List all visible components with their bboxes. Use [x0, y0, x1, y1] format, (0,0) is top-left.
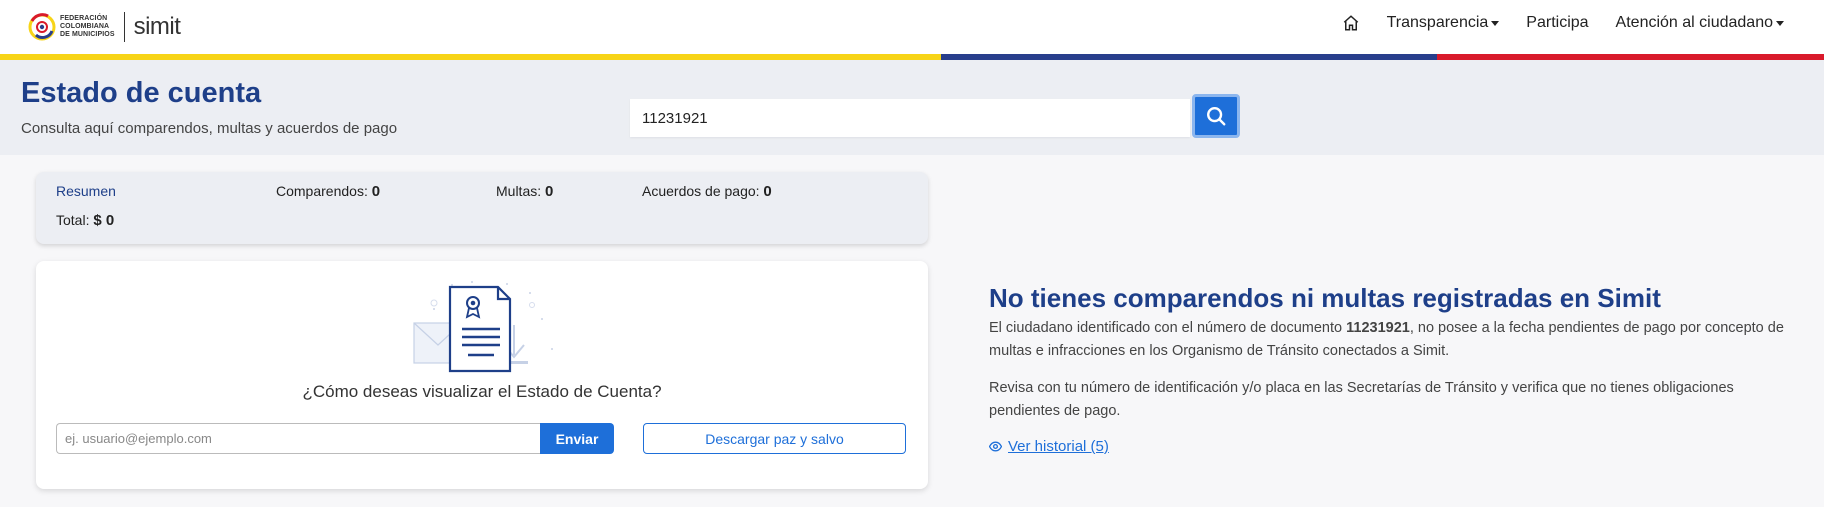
- ver-historial-link[interactable]: Ver historial (5): [989, 438, 1799, 455]
- caret-down-icon: [1491, 20, 1500, 26]
- page-title: Estado de cuenta: [21, 77, 262, 109]
- summary-comparendos: Comparendos: 0: [276, 183, 380, 200]
- acuerdos-value: 0: [763, 183, 772, 200]
- visualize-question: ¿Cómo deseas visualizar el Estado de Cue…: [302, 382, 662, 401]
- nav-label: Transparencia: [1386, 14, 1489, 31]
- nav-atencion-ciudadano[interactable]: Atención al ciudadano: [1616, 14, 1784, 32]
- multas-label: Multas:: [496, 183, 542, 199]
- download-paz-salvo-button[interactable]: Descargar paz y salvo: [643, 423, 906, 454]
- verify-description: Revisa con tu número de identificación y…: [989, 380, 1734, 419]
- summary-multas: Multas: 0: [496, 183, 553, 200]
- total-label: Total:: [56, 212, 90, 228]
- no-records-panel: No tienes comparendos ni multas registra…: [989, 280, 1799, 455]
- simit-logo-text: simit: [133, 13, 181, 40]
- fcm-line: COLOMBIANA: [60, 23, 110, 30]
- home-icon[interactable]: [1342, 14, 1360, 32]
- fcm-text: FEDERACIÓN COLOMBIANA DE MUNICIPIOS: [60, 15, 115, 39]
- logo-divider: [123, 12, 125, 42]
- email-field[interactable]: [56, 423, 542, 454]
- nav-menu: Transparencia Participa Atención al ciud…: [1342, 14, 1784, 32]
- download-card: ¿Cómo deseas visualizar el Estado de Cue…: [36, 261, 928, 489]
- fcm-simit-logo[interactable]: FEDERACIÓN COLOMBIANA DE MUNICIPIOS simi…: [28, 5, 181, 49]
- summary-card: Resumen Comparendos: 0 Multas: 0 Acuerdo…: [36, 172, 928, 244]
- comparendos-label: Comparendos:: [276, 183, 368, 199]
- historial-label: Ver historial (5): [1008, 438, 1109, 455]
- multas-value: 0: [545, 183, 554, 200]
- summary-total: Total: $ 0: [56, 212, 114, 229]
- search-button[interactable]: [1192, 94, 1240, 138]
- search-input[interactable]: [630, 99, 1190, 137]
- acuerdos-label: Acuerdos de pago:: [642, 183, 760, 199]
- nav-label: Atención al ciudadano: [1615, 14, 1773, 31]
- fcm-line: FEDERACIÓN: [60, 15, 108, 22]
- page-subtitle: Consulta aquí comparendos, multas y acue…: [21, 120, 398, 137]
- fcm-logo-icon: [28, 13, 56, 41]
- certificate-document-illustration: [413, 281, 553, 373]
- send-button[interactable]: Enviar: [540, 423, 614, 454]
- top-navbar: FEDERACIÓN COLOMBIANA DE MUNICIPIOS simi…: [0, 0, 1824, 54]
- no-records-description: El ciudadano identificado con el número …: [989, 317, 1799, 363]
- document-number: 11231921: [1346, 320, 1410, 336]
- search-icon: [1207, 107, 1226, 126]
- total-value: $ 0: [93, 212, 115, 229]
- summary-resumen-label: Resumen: [56, 183, 116, 199]
- page-header: Estado de cuenta Consulta aquí comparend…: [0, 60, 1824, 155]
- description-text: El ciudadano identificado con el número …: [989, 320, 1347, 336]
- no-records-title: No tienes comparendos ni multas registra…: [989, 283, 1661, 313]
- nav-transparencia[interactable]: Transparencia: [1387, 14, 1500, 32]
- fcm-line: DE MUNICIPIOS: [60, 31, 115, 38]
- comparendos-value: 0: [371, 183, 381, 200]
- nav-participa[interactable]: Participa: [1526, 14, 1588, 32]
- nav-label: Participa: [1526, 14, 1589, 31]
- caret-down-icon: [1776, 20, 1784, 26]
- summary-acuerdos: Acuerdos de pago: 0: [642, 183, 772, 200]
- eye-icon: [989, 441, 1002, 452]
